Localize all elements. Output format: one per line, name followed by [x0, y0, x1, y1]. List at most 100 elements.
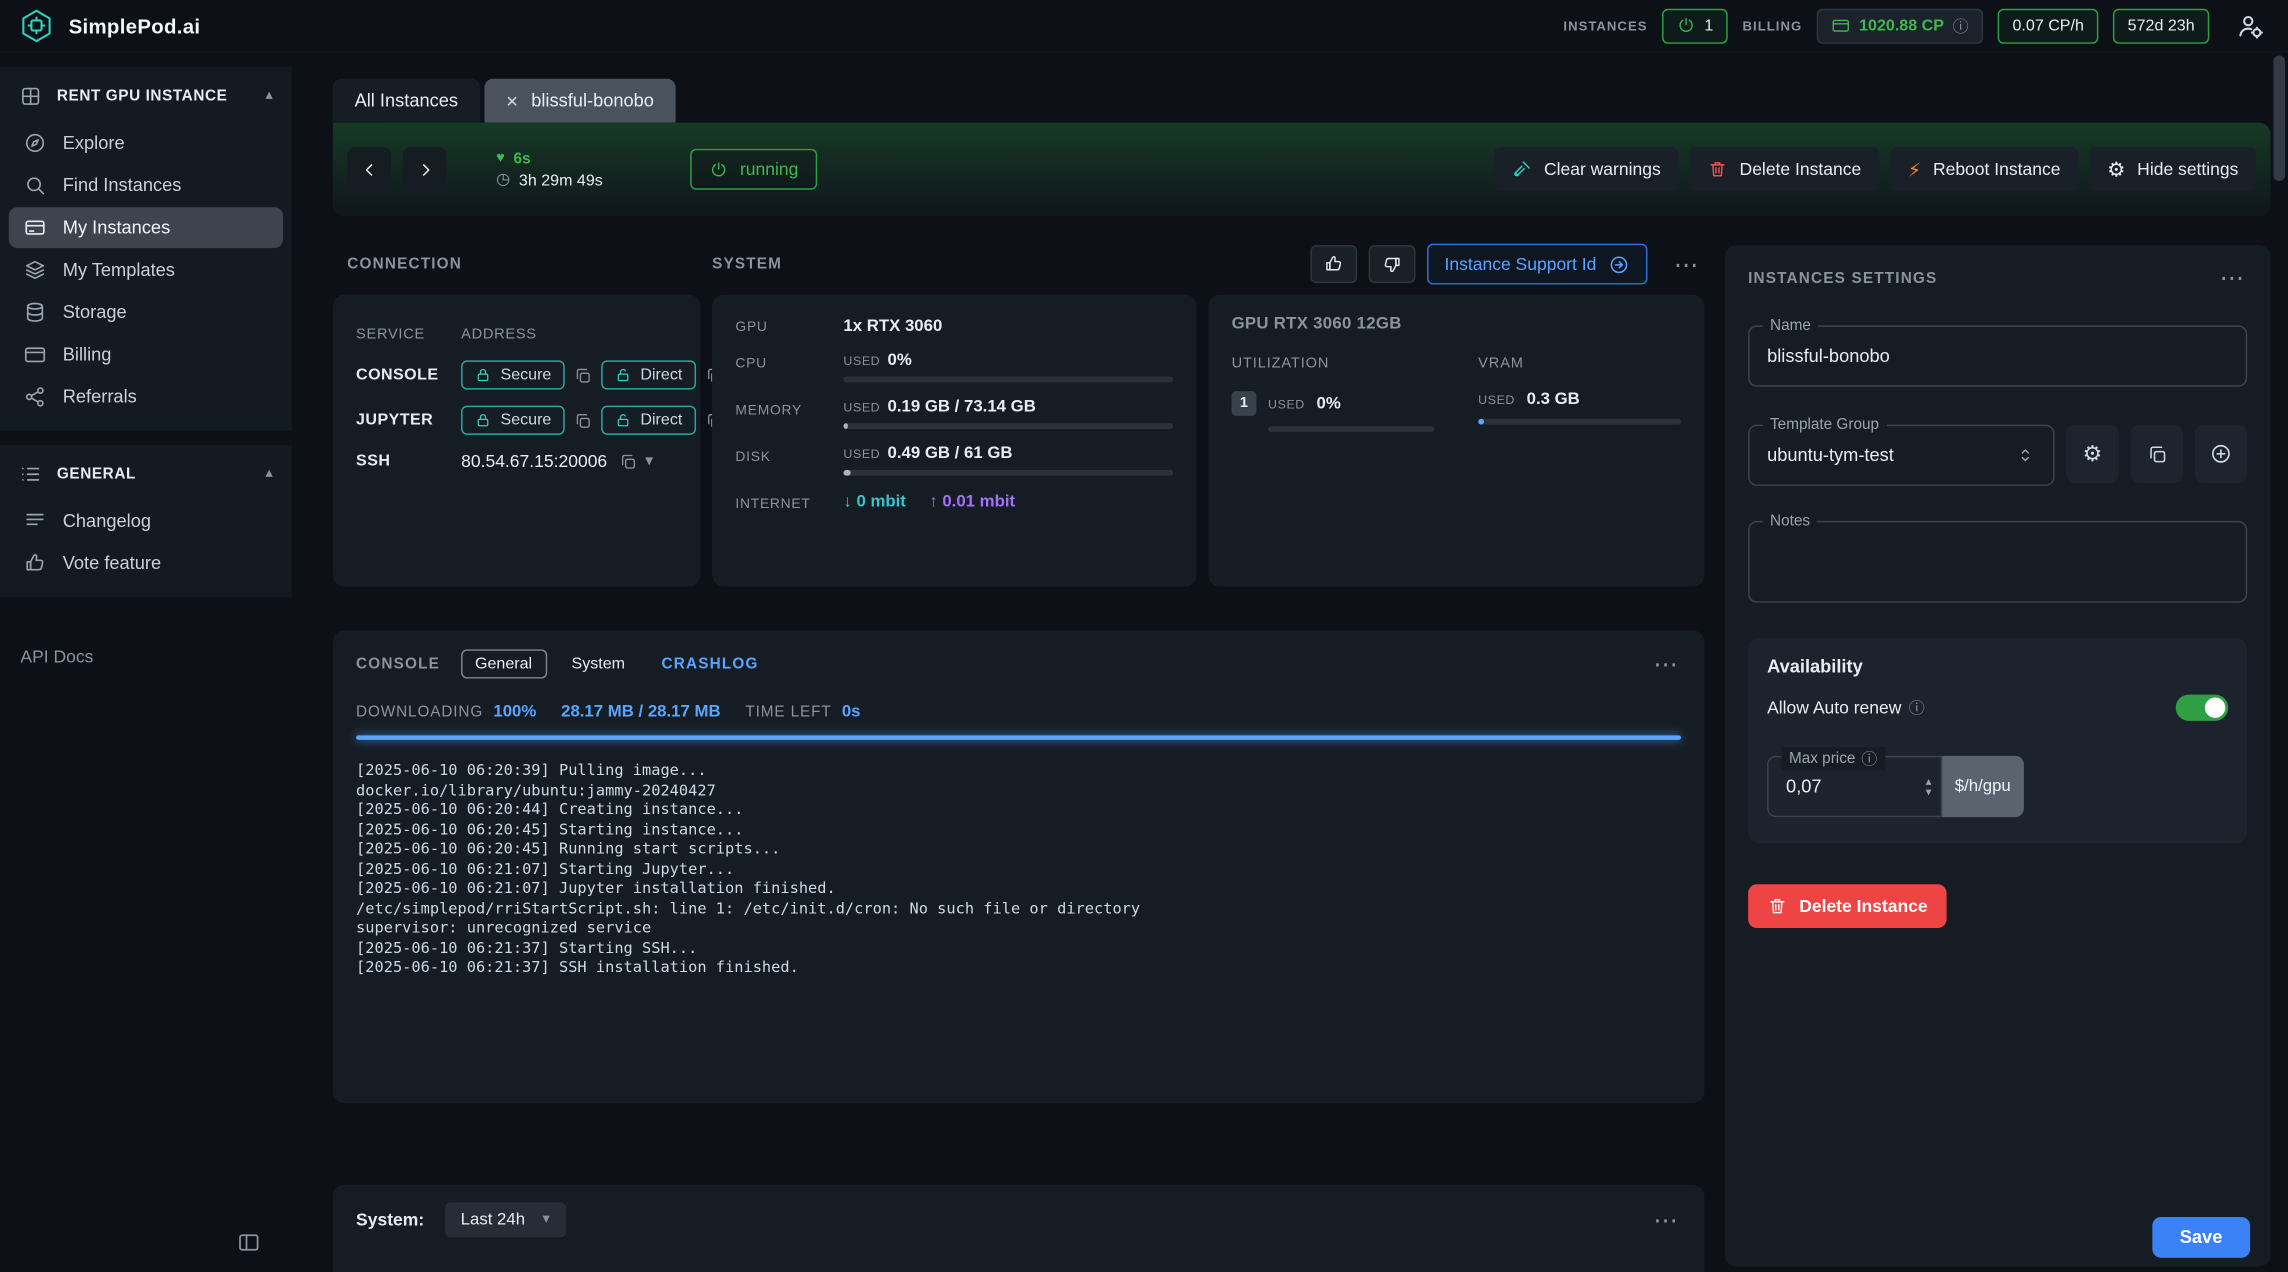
- card-icon: [1831, 16, 1850, 35]
- grid-icon: [19, 85, 42, 108]
- row-label: DISK: [735, 445, 843, 476]
- console-log[interactable]: [2025-06-10 06:20:39] Pulling image... d…: [356, 762, 1681, 979]
- chevron-right-icon: [414, 158, 436, 180]
- feedback-actions: Instance Support Id ⋯: [1310, 244, 1704, 285]
- user-gear-icon: [2235, 11, 2264, 40]
- auto-renew-toggle[interactable]: [2176, 695, 2229, 721]
- max-price-input[interactable]: [1786, 776, 1862, 796]
- jupyter-secure-button[interactable]: Secure: [461, 406, 564, 435]
- delete-instance-button[interactable]: Delete Instance: [1690, 147, 1879, 191]
- sidebar-item-my-templates[interactable]: My Templates: [9, 250, 283, 291]
- updown-icon: [2015, 445, 2035, 465]
- console-secure-button[interactable]: Secure: [461, 360, 564, 389]
- lock-icon: [474, 411, 492, 429]
- brand[interactable]: SimplePod.ai: [18, 7, 201, 45]
- hide-settings-button[interactable]: ⚙ Hide settings: [2090, 147, 2256, 191]
- tab-instance-active[interactable]: × blissful-bonobo: [484, 79, 676, 123]
- crashlog-link[interactable]: CRASHLOG: [662, 655, 759, 673]
- instance-settings-panel: INSTANCES SETTINGS ⋯ Name Template Group…: [1725, 245, 2271, 1266]
- template-copy-button[interactable]: [2130, 425, 2183, 483]
- notes-input[interactable]: [1767, 541, 2228, 585]
- compass-icon: [23, 131, 46, 154]
- system-chart-panel: System: Last 24h ▾ ⋯: [333, 1185, 1705, 1272]
- arrow-up-icon: ↑: [929, 493, 937, 511]
- instances-count-badge[interactable]: 1: [1662, 8, 1728, 43]
- sidebar-section-general[interactable]: GENERAL ▴: [0, 448, 292, 501]
- scrollbar-thumb[interactable]: [2273, 55, 2285, 180]
- sidebar-item-find-instances[interactable]: Find Instances: [9, 165, 283, 206]
- clear-warnings-button[interactable]: Clear warnings: [1494, 147, 1678, 191]
- copy-secure-console-button[interactable]: [573, 366, 592, 385]
- tab-label: blissful-bonobo: [531, 90, 654, 110]
- log-line: [2025-06-10 06:20:45] Running start scri…: [356, 840, 1681, 860]
- console-tab-general[interactable]: General: [460, 649, 546, 678]
- log-line: [2025-06-10 06:20:45] Starting instance.…: [356, 821, 1681, 841]
- select-stepper-icon: [2015, 445, 2035, 465]
- chart-menu-button[interactable]: ⋯: [1653, 1207, 1681, 1232]
- sidebar-section-rent[interactable]: RENT GPU INSTANCE ▴: [0, 70, 292, 123]
- spinner-down-icon[interactable]: ▾: [1926, 787, 1932, 797]
- template-settings-button[interactable]: ⚙: [2066, 425, 2119, 483]
- time-range-select[interactable]: Last 24h ▾: [445, 1202, 566, 1237]
- console-direct-button[interactable]: Direct: [601, 360, 695, 389]
- time-left-value: 572d 23h: [2128, 17, 2195, 35]
- max-price-text: Max price: [1789, 750, 1855, 768]
- sidebar-item-changelog[interactable]: Changelog: [9, 501, 283, 542]
- list-icon: [19, 463, 42, 486]
- gpu-vram-column: VRAM USED 0.3 GB: [1478, 356, 1681, 432]
- vram-label: VRAM: [1478, 356, 1681, 372]
- ssh-expand-button[interactable]: ▾: [645, 453, 653, 469]
- copy-ssh-button[interactable]: [619, 452, 638, 471]
- next-instance-button[interactable]: [403, 147, 447, 191]
- credits-badge[interactable]: 1020.88 CP ⓘ: [1817, 8, 1984, 43]
- name-input[interactable]: [1767, 346, 2228, 366]
- utilization-value: 0%: [1317, 395, 1341, 413]
- sidebar-item-my-instances[interactable]: My Instances: [9, 207, 283, 248]
- sidebar-item-label: My Templates: [63, 260, 175, 280]
- save-button[interactable]: Save: [2152, 1217, 2250, 1258]
- close-icon[interactable]: ×: [506, 90, 518, 110]
- jupyter-direct-button[interactable]: Direct: [601, 406, 695, 435]
- sidebar-collapse-button[interactable]: [236, 1230, 261, 1255]
- heartbeat-icon: ♥: [496, 151, 505, 166]
- account-button[interactable]: [2235, 11, 2264, 40]
- system-row-gpu: GPU 1x RTX 3060: [735, 315, 1173, 335]
- connection-row-ssh: SSH 80.54.67.15:20006 ▾: [356, 451, 677, 471]
- console-tab-system[interactable]: System: [558, 651, 638, 677]
- prev-instance-button[interactable]: [347, 147, 391, 191]
- settings-menu-button[interactable]: ⋯: [2219, 266, 2247, 291]
- sidebar-item-vote-feature[interactable]: Vote feature: [9, 543, 283, 584]
- billing-label: BILLING: [1743, 18, 1803, 33]
- tab-label: All Instances: [355, 90, 458, 110]
- panel-menu-button[interactable]: ⋯: [1674, 252, 1702, 277]
- copy-secure-jupyter-button[interactable]: [573, 411, 592, 430]
- template-add-button[interactable]: [2195, 425, 2248, 483]
- time-left-badge: 572d 23h: [2113, 8, 2209, 43]
- chevron-up-icon: ▴: [266, 89, 273, 104]
- row-label: MEMORY: [735, 398, 843, 429]
- template-group-select[interactable]: Template Group ubuntu-tym-test: [1748, 425, 2054, 486]
- tab-all-instances[interactable]: All Instances: [333, 79, 480, 123]
- reboot-instance-button[interactable]: ⚡ Reboot Instance: [1890, 147, 2078, 191]
- row-label: CPU: [735, 352, 843, 383]
- price-stepper[interactable]: ▴ ▾: [1926, 776, 1932, 796]
- api-docs-link[interactable]: API Docs: [20, 646, 291, 666]
- sidebar-item-storage[interactable]: Storage: [9, 292, 283, 333]
- page-scrollbar[interactable]: [2271, 53, 2288, 1272]
- used-label: USED: [1478, 393, 1515, 408]
- download-progress-bar: [356, 735, 1681, 739]
- availability-card: Availability Allow Auto renew ⓘ Ma: [1748, 638, 2247, 844]
- instance-support-id-button[interactable]: Instance Support Id: [1427, 244, 1647, 285]
- console-menu-button[interactable]: ⋯: [1653, 652, 1681, 677]
- connection-row-jupyter: JUPYTER Secure: [356, 406, 677, 435]
- memory-used-value: 0.19 GB / 73.14 GB: [888, 398, 1036, 416]
- rate-value: 0.07 CP/h: [2013, 17, 2084, 35]
- thumbs-up-button[interactable]: [1310, 245, 1357, 283]
- credits-value: 1020.88 CP: [1859, 17, 1944, 35]
- app-root: SimplePod.ai INSTANCES 1 BILLING 1020.88…: [0, 0, 2288, 1272]
- thumbs-down-button[interactable]: [1369, 245, 1416, 283]
- sidebar-item-explore[interactable]: Explore: [9, 123, 283, 164]
- settings-delete-instance-button[interactable]: Delete Instance: [1748, 884, 1947, 928]
- sidebar-item-referrals[interactable]: Referrals: [9, 376, 283, 417]
- sidebar-item-billing[interactable]: Billing: [9, 334, 283, 375]
